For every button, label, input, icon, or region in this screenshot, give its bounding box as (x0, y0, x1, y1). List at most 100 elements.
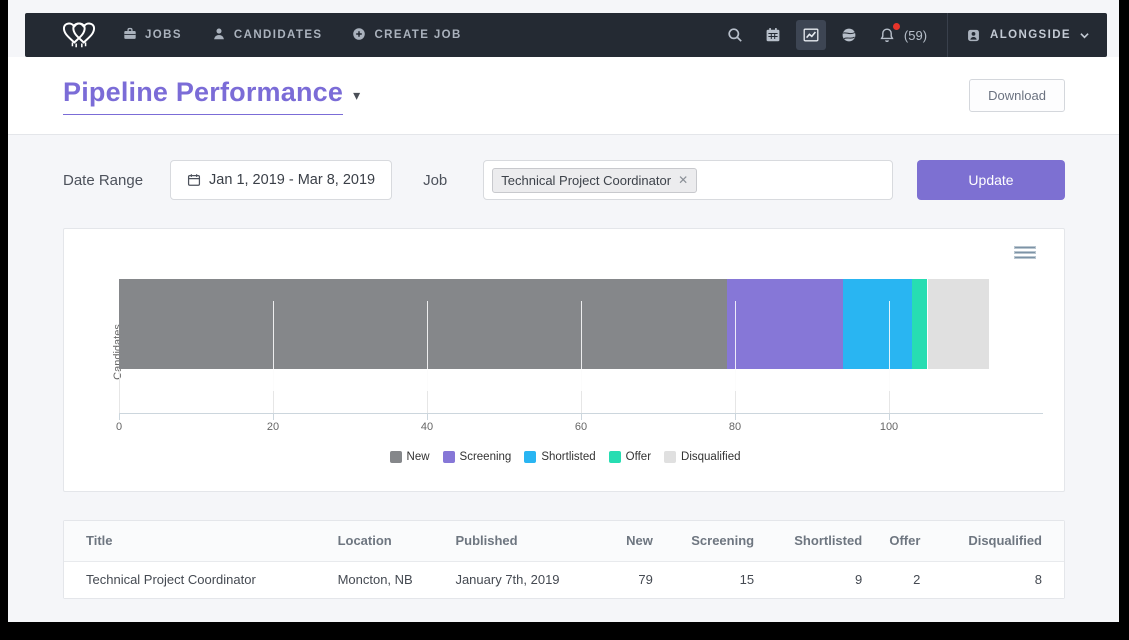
remove-tag-icon[interactable]: ✕ (678, 174, 688, 186)
top-navbar: JOBS CANDIDATES CREATE JOB (59) ALONGSIDE (25, 13, 1107, 57)
legend-item-shortlisted[interactable]: Shortlisted (524, 451, 595, 463)
bar-segment-shortlisted[interactable] (843, 279, 912, 369)
chart-plot-area: 020406080100 (119, 279, 1043, 414)
notification-count[interactable]: (59) (904, 28, 927, 43)
legend-item-disqualified[interactable]: Disqualified (664, 451, 740, 463)
table-body: Technical Project CoordinatorMoncton, NB… (64, 561, 1064, 598)
table-header-row: TitleLocationPublishedNewScreeningShortl… (64, 521, 1064, 561)
legend-item-offer[interactable]: Offer (609, 451, 651, 463)
column-header-published: Published (449, 521, 606, 561)
chart-x-axis (119, 413, 1043, 414)
chart-axis-tick (119, 414, 120, 420)
user-avatar-icon (966, 28, 981, 43)
nav-item-create-job[interactable]: CREATE JOB (352, 27, 461, 44)
job-select-input[interactable]: Technical Project Coordinator ✕ (483, 160, 893, 200)
date-range-value: Jan 1, 2019 - Mar 8, 2019 (209, 172, 375, 188)
bell-icon[interactable] (872, 20, 902, 50)
column-header-shortlisted: Shortlisted (760, 521, 868, 561)
download-button[interactable]: Download (969, 79, 1065, 112)
search-icon[interactable] (720, 20, 750, 50)
cell-title: Technical Project Coordinator (64, 561, 332, 598)
user-name: ALONGSIDE (990, 29, 1071, 41)
chart-tick-label: 20 (267, 421, 279, 433)
update-button[interactable]: Update (917, 160, 1065, 200)
user-menu[interactable]: ALONGSIDE (966, 28, 1089, 43)
nav-divider (947, 13, 948, 57)
job-tag-label: Technical Project Coordinator (501, 173, 671, 188)
calendar-icon (187, 173, 201, 187)
primary-nav: JOBS CANDIDATES CREATE JOB (123, 27, 492, 44)
legend-item-screening[interactable]: Screening (443, 451, 512, 463)
chart-tick-label: 40 (421, 421, 433, 433)
alongside-logo[interactable] (57, 19, 101, 51)
nav-item-label: CREATE JOB (374, 29, 461, 41)
legend-label: Offer (626, 451, 651, 463)
person-icon (212, 27, 226, 44)
chart-gridline-overlay (427, 301, 428, 391)
chart-tick-label: 100 (880, 421, 898, 433)
chart-menu-icon[interactable] (1014, 246, 1036, 261)
calendar-icon[interactable] (758, 20, 788, 50)
column-header-title: Title (64, 521, 332, 561)
chart-legend: New Screening Shortlisted Offer Disqualified (64, 451, 1066, 463)
nav-action-icons (712, 20, 902, 50)
results-table: TitleLocationPublishedNewScreeningShortl… (64, 521, 1064, 598)
cell-offer: 2 (868, 561, 926, 598)
chart-axis-tick (427, 414, 428, 420)
nav-item-label: JOBS (145, 29, 182, 41)
cell-shortlisted: 9 (760, 561, 868, 598)
legend-label: Screening (460, 451, 512, 463)
results-table-panel: TitleLocationPublishedNewScreeningShortl… (63, 520, 1065, 599)
chart-tick-label: 60 (575, 421, 587, 433)
chevron-down-icon (1080, 31, 1089, 40)
chart-axis-tick (581, 414, 582, 420)
table-row[interactable]: Technical Project CoordinatorMoncton, NB… (64, 561, 1064, 598)
chart-gridline-overlay (735, 301, 736, 391)
legend-swatch (443, 451, 455, 463)
chart-axis-tick (735, 414, 736, 420)
column-header-disqualified: Disqualified (926, 521, 1064, 561)
chart-axis-tick (273, 414, 274, 420)
legend-label: Disqualified (681, 451, 740, 463)
nav-item-jobs[interactable]: JOBS (123, 27, 182, 44)
cell-new: 79 (606, 561, 658, 598)
nav-item-label: CANDIDATES (234, 29, 323, 41)
bar-segment-offer[interactable] (912, 279, 927, 369)
bar-segment-new[interactable] (119, 279, 727, 369)
job-label: Job (423, 172, 447, 189)
legend-swatch (609, 451, 621, 463)
legend-swatch (664, 451, 676, 463)
bar-segment-screening[interactable] (727, 279, 843, 369)
date-range-label: Date Range (63, 172, 143, 189)
cell-location: Moncton, NB (332, 561, 450, 598)
globe-icon[interactable] (834, 20, 864, 50)
title-dropdown-caret[interactable]: ▾ (353, 87, 360, 104)
notification-badge-dot (893, 23, 900, 30)
bar-segment-disqualified[interactable] (928, 279, 990, 369)
legend-label: Shortlisted (541, 451, 595, 463)
cell-screening: 15 (659, 561, 760, 598)
column-header-screening: Screening (659, 521, 760, 561)
chart-axis-tick (889, 414, 890, 420)
pipeline-chart-panel: Candidates 020406080100 NewScreeningShor… (63, 228, 1065, 492)
job-tag: Technical Project Coordinator ✕ (492, 168, 697, 193)
cell-published: January 7th, 2019 (449, 561, 606, 598)
chart-tick-label: 0 (116, 421, 122, 433)
chart-gridline-overlay (273, 301, 274, 391)
page-title: Pipeline Performance (63, 77, 343, 115)
legend-swatch (390, 451, 402, 463)
chart-gridline-overlay (581, 301, 582, 391)
column-header-offer: Offer (868, 521, 926, 561)
date-range-input[interactable]: Jan 1, 2019 - Mar 8, 2019 (170, 160, 392, 200)
column-header-location: Location (332, 521, 450, 561)
legend-item-new[interactable]: New (390, 451, 430, 463)
chart-gridline-overlay (889, 301, 890, 391)
nav-item-candidates[interactable]: CANDIDATES (212, 27, 323, 44)
legend-label: New (407, 451, 430, 463)
briefcase-icon (123, 27, 137, 44)
column-header-new: New (606, 521, 658, 561)
plus-circle-icon (352, 27, 366, 44)
chart-tick-label: 80 (729, 421, 741, 433)
filters-bar: Date Range Jan 1, 2019 - Mar 8, 2019 Job… (63, 160, 1065, 200)
chart-icon[interactable] (796, 20, 826, 50)
